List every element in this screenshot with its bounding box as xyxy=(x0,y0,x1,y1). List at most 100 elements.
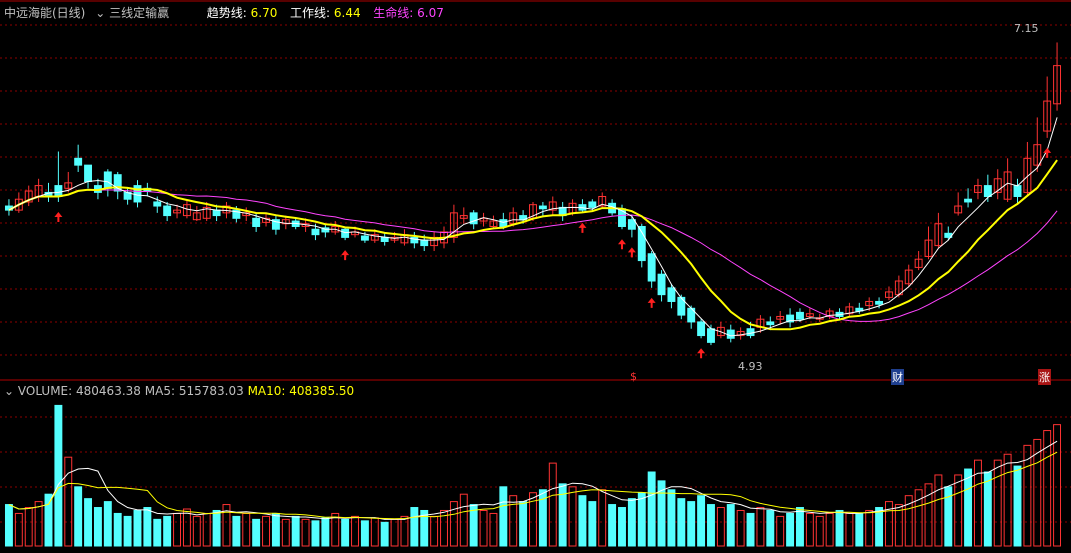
volume-bar xyxy=(519,501,528,547)
volume-bar xyxy=(291,515,300,547)
volume-bar xyxy=(341,518,350,547)
candle-body xyxy=(1013,185,1022,197)
buy-arrow-icon xyxy=(617,239,626,250)
volume-bar xyxy=(627,498,636,547)
work-value: 6.44 xyxy=(333,6,361,20)
volume-bar xyxy=(252,518,261,547)
chart-header: 中远海能(日线) ⌄ 三线定输赢 趋势线: 6.70 工作线: 6.44 生命线… xyxy=(4,4,444,21)
buy-arrow-icon xyxy=(54,211,63,222)
marker-rise[interactable]: 涨 xyxy=(1038,369,1051,385)
volume-menu-icon[interactable]: ⌄ xyxy=(4,384,14,398)
volume-bar xyxy=(707,504,715,547)
candle-body xyxy=(133,185,142,203)
ma10-label: MA10: xyxy=(247,384,286,398)
volume-bar xyxy=(163,515,172,547)
volume-bar xyxy=(14,512,23,547)
low-label: 4.93 xyxy=(738,360,763,373)
candle-body xyxy=(707,328,715,343)
candle-body xyxy=(252,217,261,227)
volume-bar xyxy=(796,507,804,547)
volume-bar xyxy=(212,509,221,547)
candle-body xyxy=(74,157,83,166)
candle-body xyxy=(163,205,172,217)
volume-bar xyxy=(34,501,43,547)
marker-finance[interactable]: 财 xyxy=(891,369,904,385)
volume-bar xyxy=(410,507,419,547)
volume-bar xyxy=(380,521,389,547)
volume-bar xyxy=(845,512,854,547)
candle-body xyxy=(618,208,626,227)
ma5-value: 515783.03 xyxy=(178,384,244,398)
volume-bar xyxy=(459,493,468,547)
volume-bar xyxy=(568,486,577,547)
volume-bar xyxy=(667,489,676,547)
candle-body xyxy=(84,164,93,183)
volume-bar xyxy=(746,512,755,547)
volume-bar xyxy=(756,507,765,547)
volume-bar xyxy=(133,509,142,547)
trend-label: 趋势线: xyxy=(206,6,247,20)
high-label: 7.15 xyxy=(1014,22,1039,35)
volume-bar xyxy=(202,512,211,547)
volume-bar xyxy=(489,512,498,547)
volume-bar xyxy=(173,512,181,547)
candle-body xyxy=(420,239,429,247)
volume-bar xyxy=(262,515,270,547)
candle-body xyxy=(212,209,221,217)
indicator-name[interactable]: 三线定输赢 xyxy=(109,6,169,20)
volume-bar xyxy=(84,498,93,547)
volume-ma10-line xyxy=(8,451,1058,520)
volume-bar xyxy=(815,515,824,547)
volume-bar xyxy=(766,509,775,547)
volume-bar xyxy=(716,507,725,547)
candle-body xyxy=(667,287,676,302)
volume-bar xyxy=(64,456,73,547)
volume-bar xyxy=(143,507,152,547)
volume-bar xyxy=(875,507,884,547)
buy-arrow-icon xyxy=(341,250,350,261)
candle-body xyxy=(766,321,775,326)
volume-bar xyxy=(360,520,369,547)
volume-bar xyxy=(548,462,557,547)
work-line xyxy=(8,117,1058,337)
volume-bar xyxy=(726,504,735,547)
candle-body xyxy=(796,311,804,320)
volume-bar xyxy=(499,486,508,547)
volume-bar xyxy=(588,501,597,547)
volume-bar xyxy=(271,512,280,547)
buy-arrow-icon xyxy=(1043,147,1052,158)
candle-body xyxy=(964,198,973,203)
volume-bar xyxy=(855,512,864,547)
ma10-value: 408385.50 xyxy=(289,384,355,398)
volume-bar xyxy=(281,518,290,547)
volume-bar xyxy=(687,501,696,547)
volume-bar xyxy=(4,504,13,547)
volume-bar xyxy=(370,517,379,547)
buy-arrow-icon xyxy=(647,297,656,308)
volume-bar xyxy=(430,515,439,547)
volume-bar xyxy=(983,471,992,547)
volume-label: VOLUME: xyxy=(17,384,73,398)
ma5-label: MA5: xyxy=(144,384,175,398)
candle-body xyxy=(538,205,547,210)
candle-body xyxy=(726,329,735,339)
indicator-menu-icon[interactable]: ⌄ xyxy=(95,6,105,20)
volume-bar xyxy=(242,512,251,547)
volume-bar xyxy=(776,515,785,547)
volume-bar xyxy=(697,495,706,547)
volume-bar xyxy=(578,495,587,547)
volume-bar xyxy=(1043,430,1052,547)
trend-line xyxy=(8,159,1058,331)
volume-bar xyxy=(123,515,132,547)
stock-name[interactable]: 中远海能(日线) xyxy=(4,6,85,20)
marker-dollar[interactable]: $ xyxy=(630,370,637,383)
candle-body xyxy=(983,185,992,197)
volume-bar xyxy=(74,486,83,547)
life-label: 生命线: xyxy=(373,6,414,20)
volume-bar xyxy=(153,518,162,547)
candle-body xyxy=(153,201,162,207)
volume-bar xyxy=(54,404,63,547)
volume-bar xyxy=(301,518,310,547)
candle-body xyxy=(746,328,755,337)
volume-bar xyxy=(805,512,814,547)
